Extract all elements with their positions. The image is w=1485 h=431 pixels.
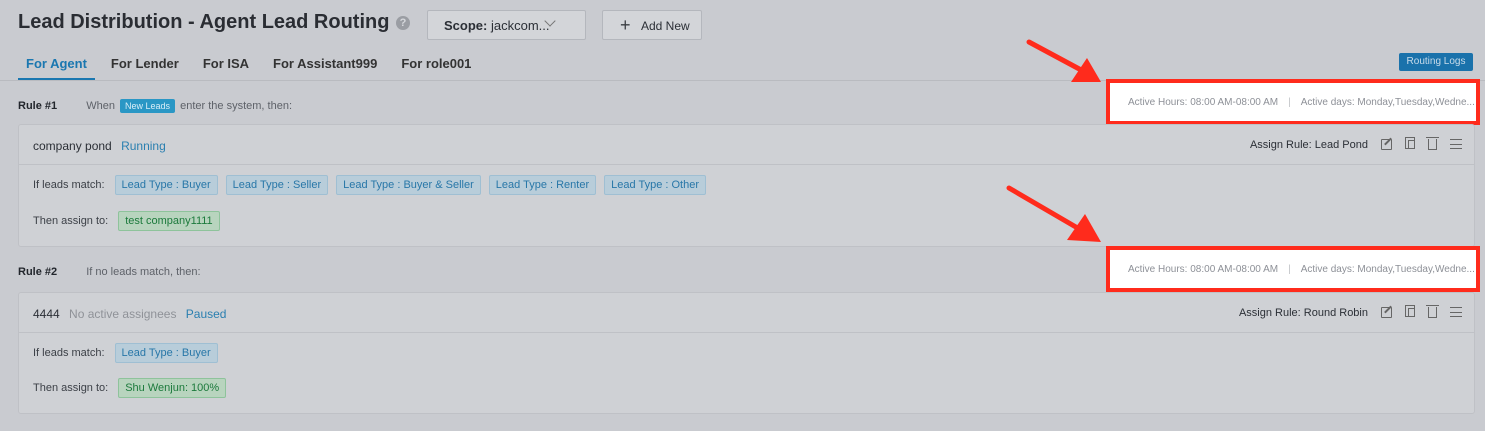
plus-icon: +: [620, 15, 631, 35]
lead-type-tag: Lead Type : Seller: [225, 175, 329, 195]
assign-label: Then assign to:: [33, 382, 109, 394]
active-days: Active days: Monday,Tuesday,Wedne...: [1300, 97, 1475, 108]
add-new-label: Add New: [641, 19, 690, 33]
rule-2-card: 4444 No active assignees Paused Assign R…: [18, 292, 1475, 414]
no-assignees-note: No active assignees: [69, 307, 177, 321]
routing-logs-button[interactable]: Routing Logs: [1399, 53, 1473, 71]
drag-handle-icon[interactable]: [1450, 307, 1462, 317]
rule-1-header: Rule #1 When New Leads enter the system,…: [18, 99, 292, 117]
match-label: If leads match:: [33, 179, 105, 191]
lead-type-tag: Lead Type : Other: [604, 175, 706, 195]
assign-row: Then assign to: Shu Wenjun: 100%: [33, 378, 234, 398]
lead-type-tag: Lead Type : Buyer & Seller: [336, 175, 481, 195]
lead-type-tag: Lead Type : Buyer: [114, 175, 218, 195]
assign-rule-label: Assign Rule: Lead Pond: [1249, 139, 1368, 151]
annotation-arrow-icon: [1026, 39, 1101, 82]
card-header: 4444 No active assignees Paused Assign R…: [19, 293, 1474, 333]
card-actions: [1381, 305, 1462, 318]
status-badge: Running: [121, 139, 166, 153]
drag-handle-icon[interactable]: [1450, 139, 1462, 149]
rule-number: Rule #1: [18, 100, 58, 112]
card-actions: [1381, 137, 1462, 150]
copy-icon[interactable]: [1405, 305, 1415, 317]
rule-when-prefix: When: [86, 100, 115, 112]
card-header: company pond Running Assign Rule: Lead P…: [19, 125, 1474, 165]
tab-for-assistant999[interactable]: For Assistant999: [265, 54, 385, 80]
rule-when-prefix: If no leads match, then:: [86, 266, 201, 278]
assignee-tag: test company1111: [118, 211, 220, 231]
rule-when-suffix: enter the system, then:: [180, 100, 292, 112]
scope-select[interactable]: Scope: jackcom...: [427, 10, 586, 40]
add-new-button[interactable]: + Add New: [602, 10, 702, 40]
separator: |: [1288, 97, 1291, 108]
active-days: Active days: Monday,Tuesday,Wedne...: [1300, 264, 1475, 275]
copy-icon[interactable]: [1405, 137, 1415, 149]
tab-for-agent[interactable]: For Agent: [18, 54, 95, 80]
annotation-arrow-icon: [1006, 185, 1101, 242]
rule-2-active-schedule: Active Hours: 08:00 AM-08:00 AM | Active d…: [1106, 246, 1480, 292]
scope-label: Scope:: [444, 18, 488, 33]
rule-1-active-schedule: Active Hours: 08:00 AM-08:00 AM | Active d…: [1106, 79, 1480, 125]
page-title: Lead Distribution - Agent Lead Routing: [18, 11, 390, 33]
rule-2-header: Rule #2 If no leads match, then:: [18, 266, 201, 284]
match-row: If leads match: Lead Type : Buyer: [33, 343, 226, 363]
active-hours: Active Hours: 08:00 AM-08:00 AM: [1128, 264, 1279, 275]
trash-icon[interactable]: [1426, 137, 1439, 150]
assignee-group-name: 4444: [33, 307, 60, 321]
assignee-group-name: company pond: [33, 139, 112, 153]
tab-for-lender[interactable]: For Lender: [103, 54, 187, 80]
match-label: If leads match:: [33, 347, 105, 359]
edit-icon[interactable]: [1381, 307, 1392, 318]
rule-1-card: company pond Running Assign Rule: Lead P…: [18, 124, 1475, 247]
page-header: Lead Distribution - Agent Lead Routing ?…: [0, 0, 1485, 44]
role-tabs: For Agent For Lender For ISA For Assista…: [18, 54, 487, 81]
match-row: If leads match: Lead Type : Buyer Lead T…: [33, 175, 714, 195]
active-hours: Active Hours: 08:00 AM-08:00 AM: [1128, 97, 1279, 108]
tab-for-role001[interactable]: For role001: [393, 54, 479, 80]
lead-type-tag: Lead Type : Buyer: [114, 343, 218, 363]
assignee-tag: Shu Wenjun: 100%: [118, 378, 227, 398]
status-badge: Paused: [185, 307, 227, 321]
separator: |: [1288, 264, 1291, 275]
assign-row: Then assign to: test company1111: [33, 211, 228, 231]
edit-icon[interactable]: [1381, 139, 1392, 150]
new-leads-badge: New Leads: [120, 99, 176, 113]
trash-icon[interactable]: [1426, 305, 1439, 318]
question-circle-icon[interactable]: ?: [396, 16, 410, 30]
rule-number: Rule #2: [18, 266, 58, 278]
assign-rule-label: Assign Rule: Round Robin: [1238, 307, 1368, 319]
tab-for-isa[interactable]: For ISA: [195, 54, 257, 80]
lead-type-tag: Lead Type : Renter: [488, 175, 597, 195]
assign-label: Then assign to:: [33, 215, 109, 227]
scope-value: jackcom...: [490, 18, 550, 33]
